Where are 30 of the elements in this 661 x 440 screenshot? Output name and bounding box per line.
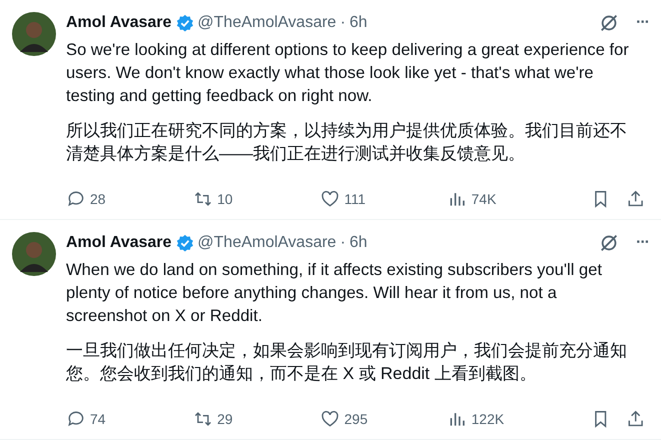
avatar[interactable] [12, 232, 56, 276]
speech-bubble-icon [66, 409, 86, 429]
repost-button[interactable]: 10 [193, 189, 320, 209]
translated-text: 一旦我们做出任何决定，如果会影响到现有订阅用户，我们会提前充分通知您。您会收到我们的通知，而不是在 X 或 Reddit 上看到截图。 [66, 340, 628, 385]
repost-button[interactable]: 29 [193, 409, 320, 429]
tweet-text: So we're looking at different options to keep delivering a great experience for users. We don't know exactly what those look like yet - that's what we're testing and getting feedback on right now. [66, 39, 630, 107]
more-button[interactable]: ··· [636, 14, 649, 32]
tweet-text: When we do land on something, if it affects existing subscribers you'll get plenty of notice before anything changes. Will hear it from us, not a screenshot on X or Reddit. [66, 259, 603, 327]
separator: · [340, 14, 346, 32]
separator: · [340, 234, 346, 252]
avatar[interactable] [12, 12, 56, 56]
share-icon[interactable] [626, 409, 646, 429]
user-name[interactable]: Amol Avasare [66, 14, 172, 32]
timestamp[interactable]: 6h [350, 14, 368, 32]
user-handle[interactable]: @TheAmolAvasare [198, 234, 336, 252]
share-icon[interactable] [626, 189, 646, 209]
reply-button[interactable]: 28 [66, 189, 194, 209]
user-name[interactable]: Amol Avasare [66, 234, 172, 252]
heart-icon [320, 409, 340, 429]
views-button[interactable]: 74K [447, 189, 574, 209]
reply-button[interactable]: 74 [66, 409, 194, 429]
speech-bubble-icon [66, 189, 86, 209]
user-handle[interactable]: @TheAmolAvasare [198, 14, 336, 32]
views-button[interactable]: 122K [447, 409, 574, 429]
like-button[interactable]: 111 [320, 189, 448, 209]
heart-icon [320, 189, 340, 209]
timestamp[interactable]: 6h [350, 234, 368, 252]
like-button[interactable]: 295 [320, 409, 448, 429]
more-button[interactable]: ··· [636, 234, 649, 252]
translated-text: 所以我们正在研究不同的方案，以持续为用户提供优质体验。我们目前还不清楚具体方案是什么——我们正在进行测试并收集反馈意见。 [66, 120, 628, 165]
